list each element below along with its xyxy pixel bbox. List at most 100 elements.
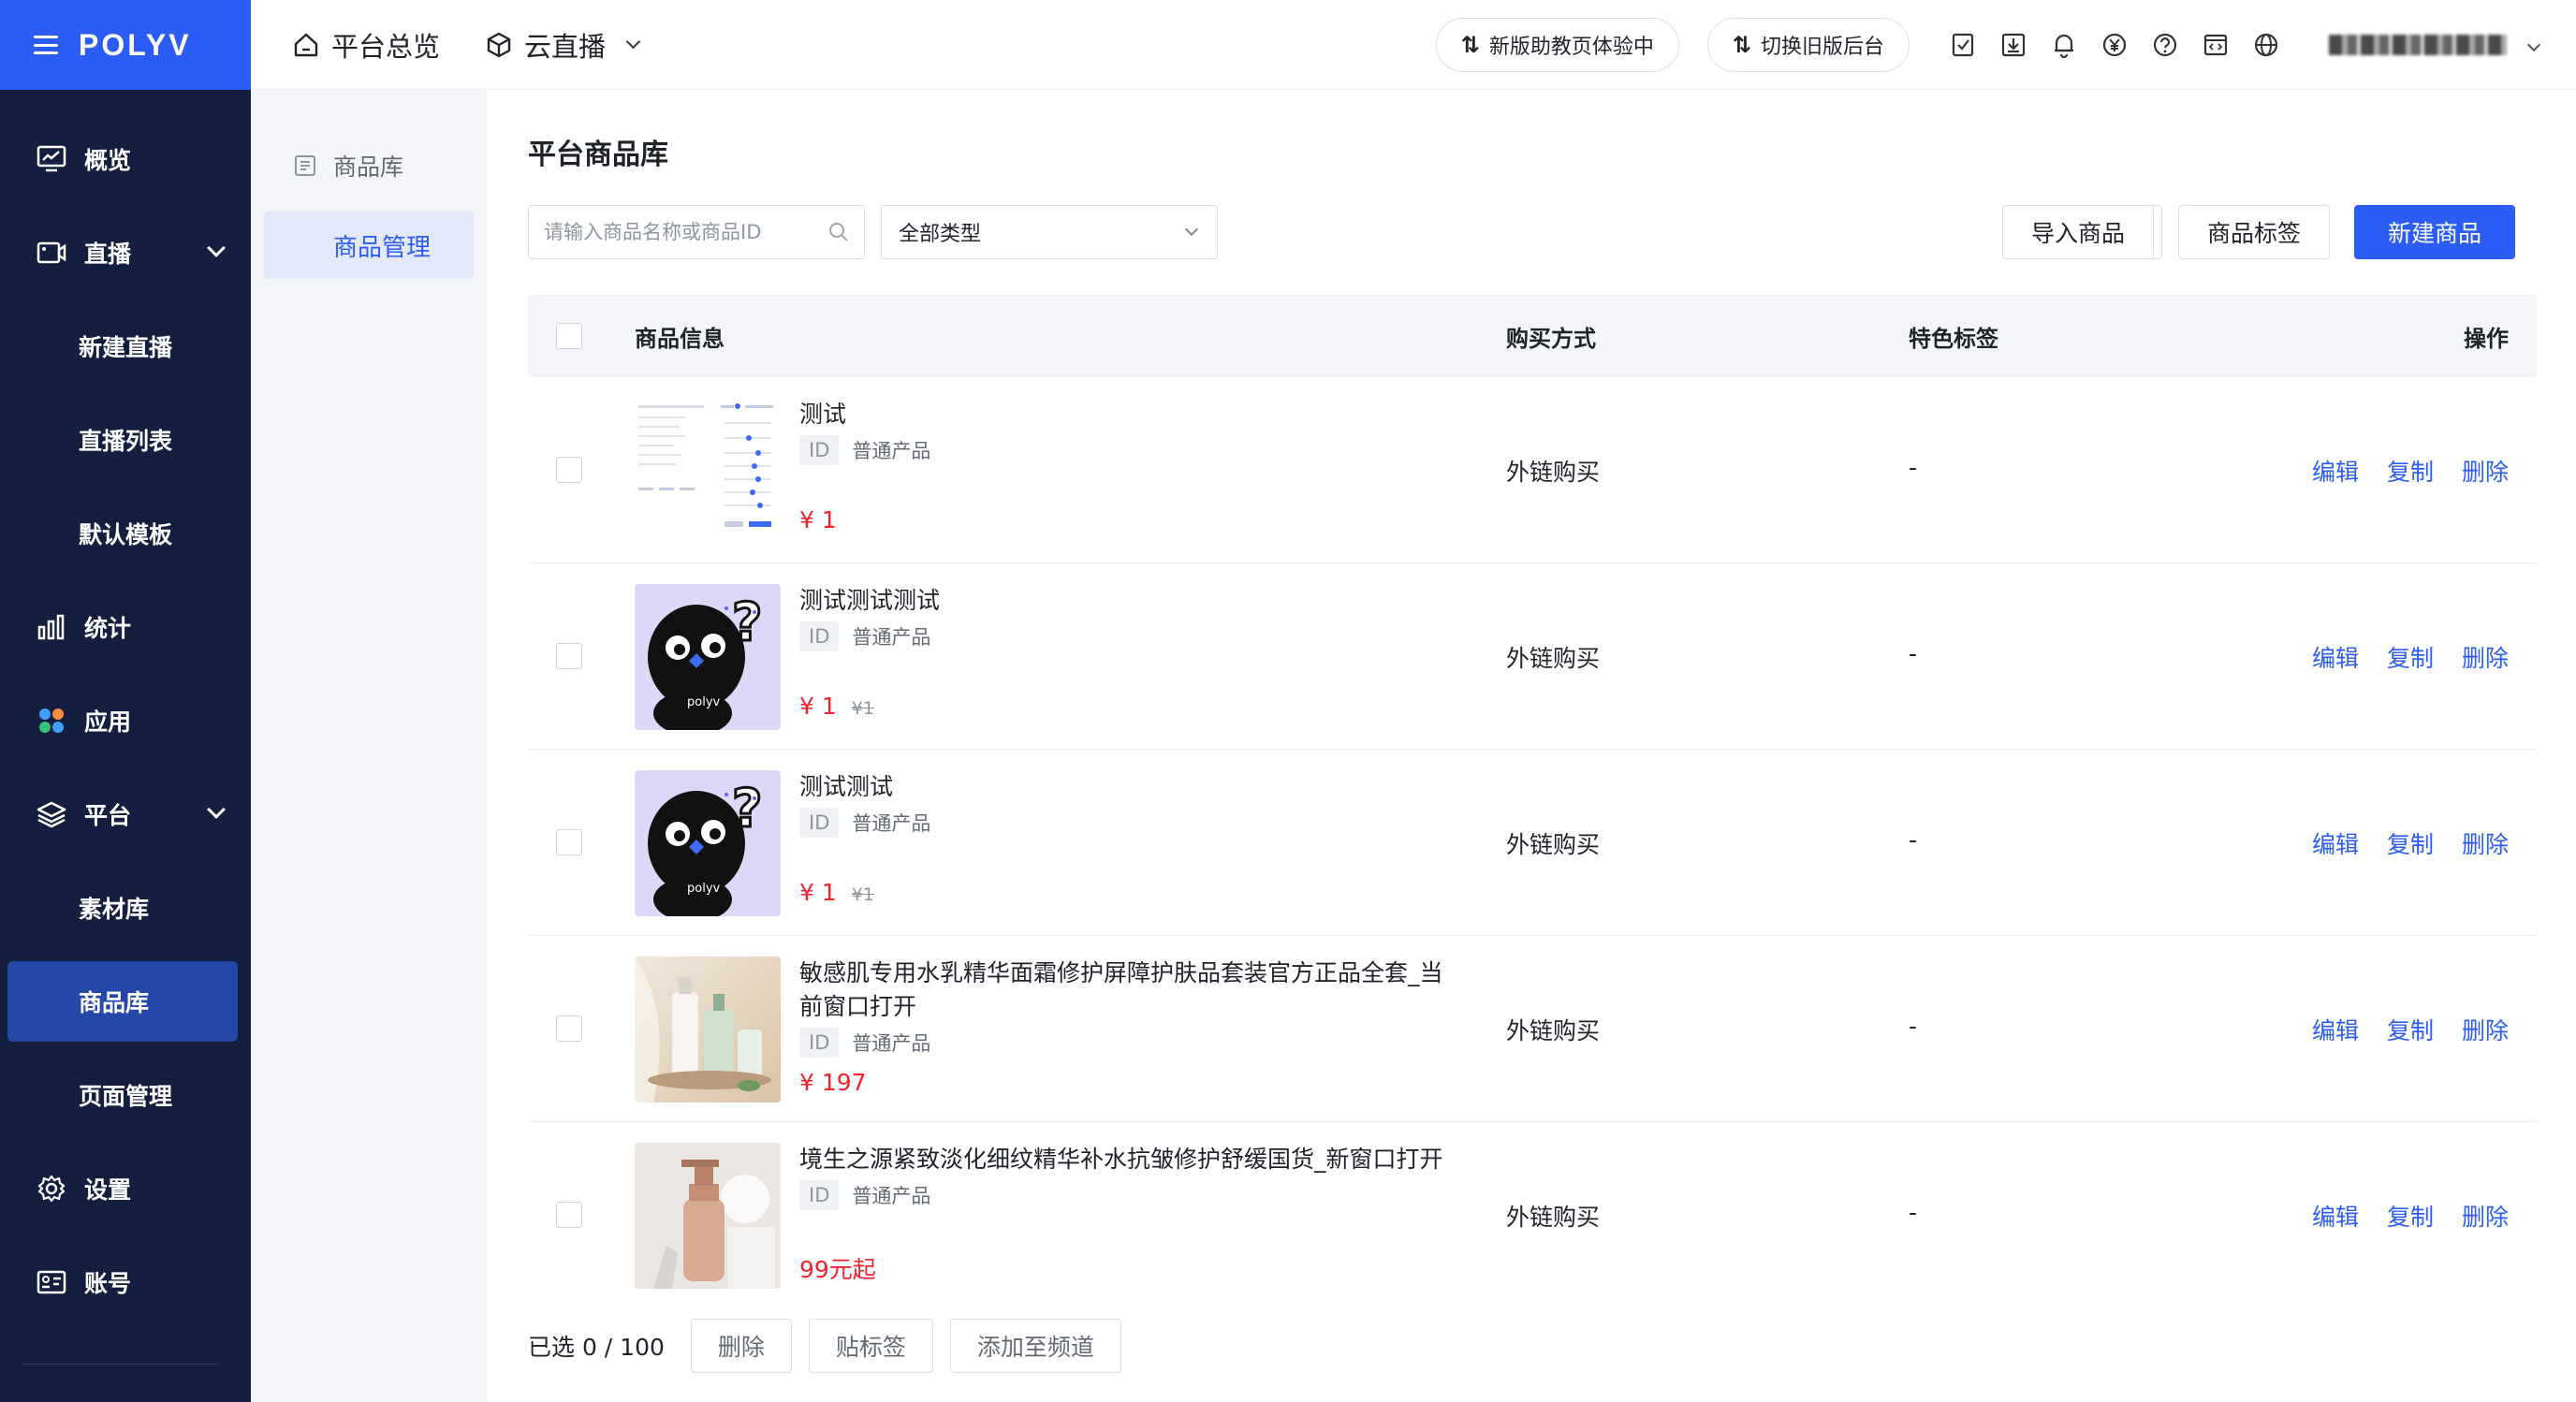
product-type: 普通产品: [852, 1032, 931, 1055]
sidebar-item-platform[interactable]: 平台: [0, 767, 251, 861]
chevron-down-icon[interactable]: [2526, 37, 2541, 52]
user-name-blurred[interactable]: [2329, 35, 2507, 55]
product-meta: ID 普通产品: [799, 1028, 930, 1058]
id-tag[interactable]: ID: [799, 435, 840, 465]
batch-tag-button[interactable]: 贴标签: [808, 1319, 933, 1373]
feature-tag: -: [1909, 454, 1918, 481]
bell-icon[interactable]: [2048, 29, 2080, 61]
edit-link[interactable]: 编辑: [2312, 640, 2359, 674]
table-row: 境生之源紧致淡化细纹精华补水抗皱修护舒缓国货_新窗口打开 ID 普通产品 99元…: [528, 1122, 2537, 1308]
product-name: 测试: [799, 401, 847, 428]
product-thumbnail[interactable]: [635, 1143, 781, 1289]
product-tags-button[interactable]: 商品标签: [2178, 205, 2330, 259]
import-products-button[interactable]: 导入商品: [2002, 205, 2154, 259]
chevron-down-icon: [625, 34, 641, 50]
row-actions: 编辑 复制 删除: [2312, 454, 2509, 488]
product-price: 99元起: [799, 1251, 876, 1285]
original-price: ¥1: [851, 884, 874, 905]
batch-action-bar: 已选 0 / 100 删除 贴标签 添加至频道: [528, 1319, 1138, 1373]
row-checkbox[interactable]: [556, 829, 582, 855]
product-price: ¥ 1: [799, 506, 837, 533]
sidebar-item-live[interactable]: 直播: [0, 206, 251, 299]
crumb-platform-overview[interactable]: 平台总览: [292, 25, 440, 65]
new-product-button[interactable]: 新建商品: [2354, 205, 2515, 259]
buy-method: 外链购买: [1506, 645, 1601, 672]
sidebar-item-label: 应用: [84, 708, 132, 736]
crumb-label: 云直播: [524, 30, 607, 63]
product-thumbnail[interactable]: [635, 398, 781, 544]
globe-icon[interactable]: [2250, 29, 2282, 61]
add-to-channel-button[interactable]: 添加至频道: [949, 1319, 1121, 1373]
row-checkbox[interactable]: [556, 643, 582, 669]
submenu-group-product-library[interactable]: 商品库: [251, 133, 487, 198]
sidebar-item-label: 统计: [84, 615, 132, 642]
product-name: 境生之源紧致淡化细纹精华补水抗皱修护舒缓国货_新窗口打开: [799, 1146, 1443, 1173]
sidebar-item-default-template[interactable]: 默认模板: [0, 487, 251, 580]
copy-link[interactable]: 复制: [2387, 454, 2434, 488]
chevron-down-icon: [207, 800, 226, 819]
id-tag[interactable]: ID: [799, 1028, 840, 1058]
edit-link[interactable]: 编辑: [2312, 1013, 2359, 1046]
product-thumbnail[interactable]: ? polyv: [635, 770, 781, 916]
product-thumbnail[interactable]: [635, 957, 781, 1103]
hamburger-menu-icon[interactable]: [34, 36, 58, 54]
help-icon[interactable]: [2149, 29, 2181, 61]
product-name: 测试测试测试: [799, 587, 941, 614]
crumb-label: 平台总览: [331, 30, 441, 63]
id-tag[interactable]: ID: [799, 1180, 840, 1210]
search-icon[interactable]: [828, 222, 849, 242]
sidebar-item-material[interactable]: 素材库: [0, 861, 251, 955]
sidebar-item-live-list[interactable]: 直播列表: [0, 393, 251, 487]
sidebar-item-apps[interactable]: 应用: [0, 674, 251, 767]
header-tools: ⇅ 新版助教页体验中 ⇅ 切换旧版后台: [1435, 0, 2541, 90]
product-thumbnail[interactable]: ? polyv: [635, 584, 781, 730]
checklist-icon[interactable]: [1947, 29, 1979, 61]
swap-icon: ⇅: [1732, 32, 1751, 58]
yuan-icon[interactable]: [2099, 29, 2130, 61]
column-header-op: 操作: [2464, 325, 2509, 352]
sidebar-item-settings[interactable]: 设置: [0, 1142, 251, 1235]
delete-link[interactable]: 删除: [2462, 1013, 2509, 1046]
product-meta: ID 普通产品: [799, 808, 930, 838]
row-checkbox[interactable]: [556, 457, 582, 483]
delete-link[interactable]: 删除: [2462, 640, 2509, 674]
batch-delete-button[interactable]: 删除: [690, 1319, 792, 1373]
row-actions: 编辑 复制 删除: [2312, 826, 2509, 860]
type-select[interactable]: 全部类型: [881, 205, 1218, 259]
delete-link[interactable]: 删除: [2462, 1199, 2509, 1233]
copy-link[interactable]: 复制: [2387, 1199, 2434, 1233]
edit-link[interactable]: 编辑: [2312, 826, 2359, 860]
product-name: 测试测试: [799, 773, 894, 800]
copy-link[interactable]: 复制: [2387, 826, 2434, 860]
edit-link[interactable]: 编辑: [2312, 454, 2359, 488]
copy-link[interactable]: 复制: [2387, 1013, 2434, 1046]
secondary-menu: 商品库 商品管理: [251, 90, 487, 1402]
switch-old-backend-button[interactable]: ⇅ 切换旧版后台: [1706, 18, 1910, 72]
id-tag[interactable]: ID: [799, 808, 840, 838]
page-title: 平台商品库: [528, 139, 668, 171]
sidebar-item-product-library[interactable]: 商品库: [7, 961, 238, 1042]
row-checkbox[interactable]: [556, 1015, 582, 1042]
sidebar-item-new-live[interactable]: 新建直播: [0, 299, 251, 393]
edit-link[interactable]: 编辑: [2312, 1199, 2359, 1233]
delete-link[interactable]: 删除: [2462, 826, 2509, 860]
id-tag[interactable]: ID: [799, 621, 840, 651]
row-checkbox[interactable]: [556, 1202, 582, 1228]
search-input[interactable]: [544, 221, 828, 243]
sidebar-item-overview[interactable]: 概览: [0, 112, 251, 206]
sidebar-item-stats[interactable]: 统计: [0, 580, 251, 674]
copy-link[interactable]: 复制: [2387, 640, 2434, 674]
new-assistant-page-button[interactable]: ⇅ 新版助教页体验中: [1435, 18, 1679, 72]
download-icon[interactable]: [1998, 29, 2029, 61]
product-meta: ID 普通产品: [799, 435, 930, 465]
sidebar-item-account[interactable]: 账号: [0, 1235, 251, 1329]
select-all-checkbox[interactable]: [556, 323, 582, 349]
code-window-icon[interactable]: [2200, 29, 2232, 61]
table-row: 测试 ID 普通产品 ¥ 1 外链购买 - 编辑 复制 删除: [528, 377, 2537, 563]
submenu-item-product-management[interactable]: 商品管理: [264, 212, 474, 279]
delete-link[interactable]: 删除: [2462, 454, 2509, 488]
sidebar-item-label: 设置: [84, 1176, 132, 1204]
sidebar-item-page-management[interactable]: 页面管理: [0, 1048, 251, 1142]
crumb-cloud-live[interactable]: 云直播: [485, 25, 641, 65]
price-value: ¥ 197: [799, 1069, 867, 1096]
